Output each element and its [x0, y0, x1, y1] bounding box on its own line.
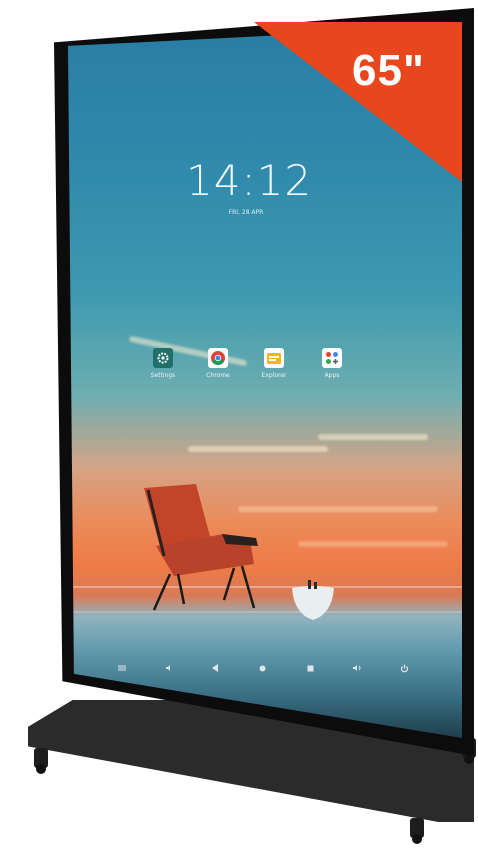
vase-image [292, 580, 334, 620]
recents-icon[interactable] [304, 662, 316, 674]
app-chrome[interactable]: Chrome [198, 348, 238, 379]
power-icon[interactable] [398, 662, 410, 674]
app-label: Settings [150, 372, 176, 379]
cloud [188, 446, 328, 452]
menu-icon[interactable] [116, 662, 128, 674]
wheel-front-left [34, 748, 48, 774]
armchair-image [144, 484, 258, 611]
back-icon[interactable] [210, 662, 222, 674]
product-photo: 14:12 FRI, 28 APR Settings Chrome Explor… [0, 0, 478, 865]
app-apps[interactable]: Apps [312, 348, 352, 379]
app-label: Apps [324, 372, 340, 379]
size-badge-text: 65" [352, 46, 425, 95]
volume-down-icon[interactable] [163, 662, 175, 674]
app-explorer[interactable]: Explorer [254, 348, 294, 379]
chrome-icon [208, 348, 228, 368]
volume-up-icon[interactable] [351, 662, 363, 674]
app-settings[interactable]: Settings [143, 348, 183, 379]
cloud [298, 541, 448, 547]
gear-icon [153, 348, 173, 368]
system-nav-bar [98, 658, 428, 678]
app-label: Chrome [206, 372, 230, 379]
app-label: Explorer [261, 372, 287, 379]
folder-icon [264, 348, 284, 368]
lockscreen-date: FRI, 28 APR [228, 209, 264, 216]
home-icon[interactable] [257, 662, 269, 674]
apps-grid-icon [322, 348, 342, 368]
wheel-front-right [410, 818, 424, 844]
cloud [318, 434, 428, 440]
lockscreen-clock: 14:12 [186, 156, 313, 205]
